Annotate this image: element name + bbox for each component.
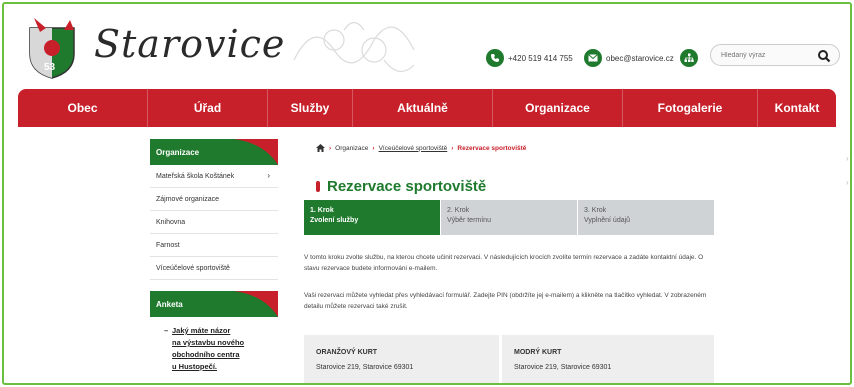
reservation-steps: 1. Krok Zvolení služby 2. Krok Výběr ter…: [304, 200, 714, 235]
svg-text:53: 53: [44, 62, 56, 73]
breadcrumb-separator: ›: [451, 144, 454, 152]
breadcrumb-sportoviste[interactable]: Víceúčelové sportoviště: [379, 145, 448, 152]
step-label: 1. Krok: [310, 207, 334, 214]
step-2[interactable]: 2. Krok Výběr termínu: [441, 200, 578, 235]
sidebar-item-knihovna[interactable]: Knihovna: [150, 211, 278, 234]
sidebar-menu: Organizace Mateřská škola Koštánek › Záj…: [150, 139, 278, 280]
breadcrumb-separator: ›: [372, 144, 375, 152]
sidebar-item-label: Zájmové organizace: [156, 195, 220, 203]
title-marker: [316, 181, 320, 192]
sidebar-item-label: Knihovna: [156, 218, 186, 226]
step-desc: Zvolení služby: [310, 217, 359, 224]
poll-question-line: obchodního centra: [172, 350, 240, 359]
sidebar-item-sportoviste[interactable]: Víceúčelové sportoviště: [150, 257, 278, 280]
step-3[interactable]: 3. Krok Vyplnění údajů: [578, 200, 714, 235]
sidebar-item-zajmove-organizace[interactable]: Zájmové organizace: [150, 188, 278, 211]
step-label: 3. Krok: [584, 207, 607, 214]
breadcrumb: › Organizace › Víceúčelové sportoviště ›…: [316, 144, 526, 152]
sidebar-item-label: Mateřská škola Koštánek: [156, 172, 235, 180]
poll-box: Anketa – Jaký máte názor na výstavbu nov…: [150, 291, 278, 373]
email-contact[interactable]: obec@starovice.cz: [584, 49, 674, 67]
email-icon: [584, 49, 602, 67]
search-info-paragraph: Vaši rezervaci můžete vyhledat přes vyhl…: [304, 292, 707, 310]
nav-kontakt[interactable]: Kontakt: [758, 89, 836, 127]
main-navigation: Obec Úřad Služby Aktuálně Organizace Fot…: [18, 89, 836, 127]
site-header: 53 Starovice +420 519 414 755 obec@staro…: [4, 4, 850, 89]
coat-of-arms-logo[interactable]: 53: [24, 14, 82, 80]
poll-question-line: Jaký máte názor: [172, 326, 231, 335]
page-title: Rezervace sportoviště: [316, 178, 486, 195]
step-label: 2. Krok: [447, 207, 470, 214]
phone-number: +420 519 414 755: [508, 53, 573, 63]
sitemap-button[interactable]: [680, 49, 702, 67]
poll-question-line: na výstavbu nového: [172, 338, 245, 347]
poll-question[interactable]: – Jaký máte názor na výstavbu nového obc…: [150, 317, 278, 373]
sidebar-item-materska-skola[interactable]: Mateřská škola Koštánek ›: [150, 165, 278, 188]
sidebar-item-label: Víceúčelové sportoviště: [156, 264, 230, 272]
nav-obec[interactable]: Obec: [18, 89, 148, 127]
breadcrumb-separator: ›: [329, 144, 332, 152]
nav-organizace[interactable]: Organizace: [493, 89, 623, 127]
poll-title: Anketa: [150, 291, 278, 317]
chevron-right-icon: ›: [267, 171, 270, 180]
decorative-ornament: [293, 21, 415, 72]
breadcrumb-current: Rezervace sportoviště: [457, 144, 527, 152]
phone-icon: [486, 49, 504, 67]
breadcrumb-organizace[interactable]: Organizace: [335, 145, 368, 152]
court-card-blue[interactable]: MODRÝ KURT Starovice 219, Starovice 6930…: [502, 335, 714, 383]
nav-sluzby[interactable]: Služby: [268, 89, 353, 127]
intro-paragraph: V tomto kroku zvolte službu, na kterou c…: [304, 254, 704, 272]
email-address: obec@starovice.cz: [606, 53, 674, 63]
sidebar-item-label: Farnost: [156, 241, 180, 249]
poll-title-label: Anketa: [156, 299, 183, 309]
step-desc: Výběr termínu: [447, 217, 491, 224]
step-1[interactable]: 1. Krok Zvolení služby: [304, 200, 441, 235]
search-icon[interactable]: [817, 49, 831, 63]
sitemap-icon: [680, 49, 698, 67]
home-icon[interactable]: [316, 144, 325, 152]
nav-aktualne[interactable]: Aktuálně: [353, 89, 493, 127]
site-name[interactable]: Starovice: [94, 22, 285, 66]
court-card-orange[interactable]: ORANŽOVÝ KURT Starovice 219, Starovice 6…: [304, 335, 502, 383]
sidebar-section-label: Organizace: [156, 147, 200, 157]
sidebar-item-farnost[interactable]: Farnost: [150, 234, 278, 257]
court-cards: ORANŽOVÝ KURT Starovice 219, Starovice 6…: [304, 335, 714, 383]
search-box: [710, 44, 840, 66]
court-name: ORANŽOVÝ KURT: [316, 349, 378, 356]
phone-contact[interactable]: +420 519 414 755: [486, 49, 573, 67]
red-swoosh-decoration: [234, 291, 278, 317]
nav-urad[interactable]: Úřad: [148, 89, 268, 127]
poll-question-line: u Hustopečí.: [172, 362, 218, 371]
court-name: MODRÝ KURT: [514, 349, 562, 356]
court-address: Starovice 219, Starovice 69301: [316, 364, 414, 371]
dash-icon: –: [164, 326, 169, 335]
court-address: Starovice 219, Starovice 69301: [514, 364, 612, 371]
side-share-icon[interactable]: ›: [846, 178, 849, 187]
page-title-text: Rezervace sportoviště: [327, 178, 487, 195]
sidebar-section-title: Organizace: [150, 139, 278, 165]
nav-fotogalerie[interactable]: Fotogalerie: [623, 89, 758, 127]
browser-frame: 53 Starovice +420 519 414 755 obec@staro…: [2, 2, 852, 385]
side-share-icon[interactable]: ›: [846, 154, 849, 163]
red-swoosh-decoration: [234, 139, 278, 165]
search-input[interactable]: [721, 49, 816, 62]
step-desc: Vyplnění údajů: [584, 217, 631, 224]
